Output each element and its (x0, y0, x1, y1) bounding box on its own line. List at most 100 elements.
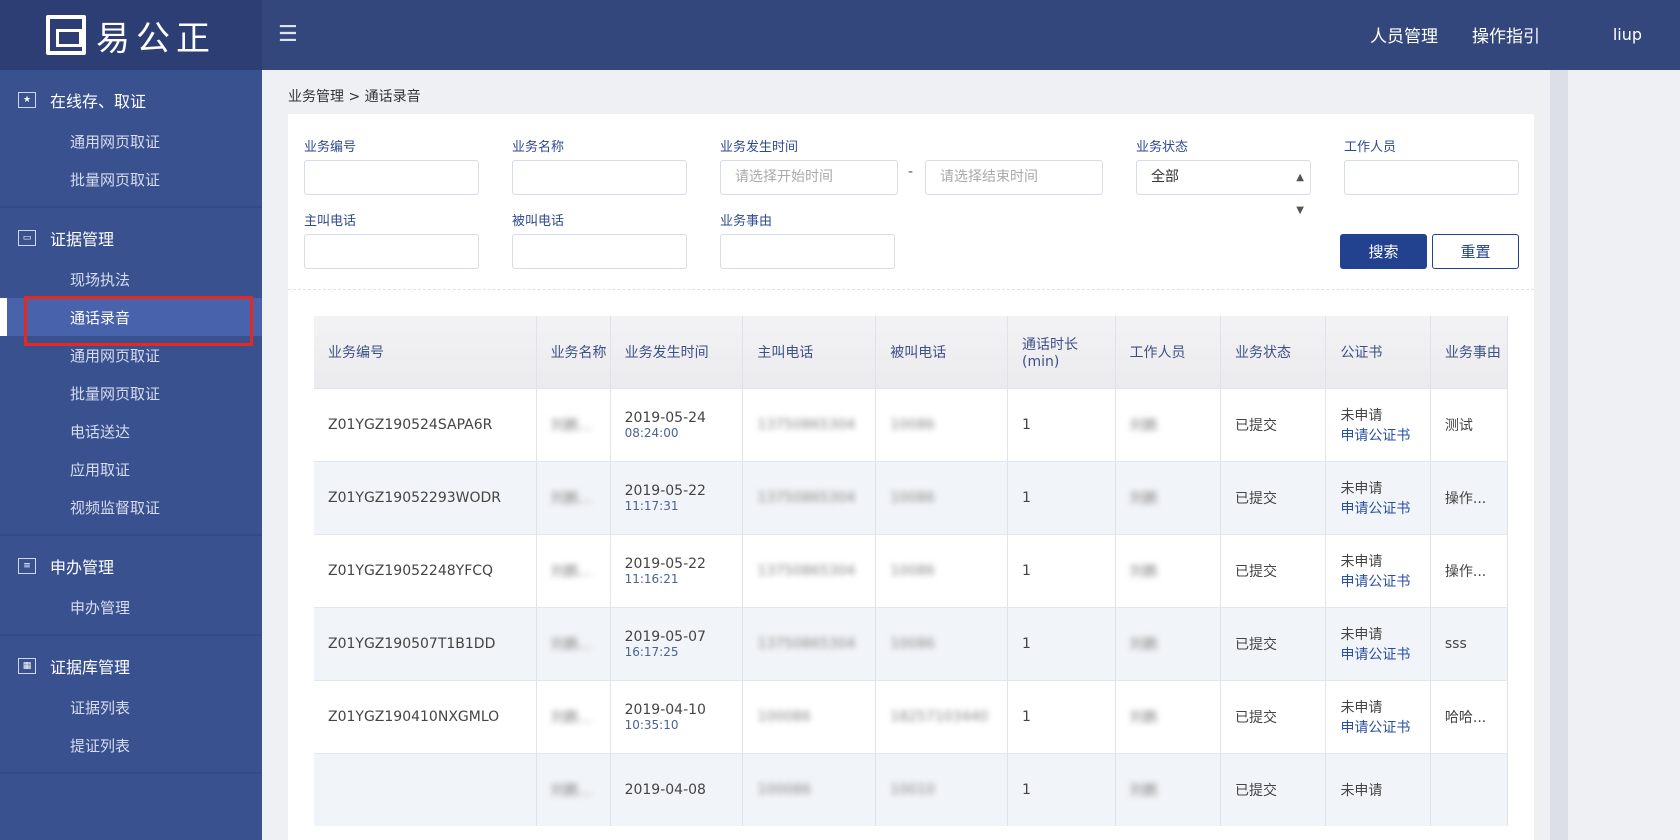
biz-no: Z01YGZ190507T1B1DD (328, 635, 496, 652)
sidebar-group-title: 证据库管理 (50, 658, 131, 677)
biz-date: 2019-04-08 (624, 781, 706, 798)
biz-no-input[interactable] (304, 160, 479, 195)
table-row[interactable]: Z01YGZ19052293WODR 刘鹏... 2019-05-22 11:17… (314, 460, 1509, 534)
staff-input[interactable] (1344, 160, 1519, 195)
select-arrows-icon: ▲ ▼ (1296, 172, 1304, 216)
table-row[interactable]: Z01YGZ190507T1B1DD 刘鹏... 2019-05-07 16:17… (314, 606, 1509, 680)
call-duration: 1 (1022, 781, 1031, 798)
sidebar-item[interactable]: 批量网页取证 (0, 374, 262, 412)
apply-cert-link[interactable]: 申请公证书 (1340, 571, 1429, 591)
nav-operation-guide[interactable]: 操作指引 (1472, 22, 1540, 47)
cell-staff: 刘鹏 (1115, 679, 1221, 753)
scrollbar[interactable] (1550, 70, 1568, 840)
cell-duration: 1 (1007, 460, 1116, 534)
cell-cert: 未申请 申请公证书 (1325, 606, 1431, 680)
column-header: 业务事由 (1430, 316, 1509, 388)
cell-callee: 10086 (875, 606, 1009, 680)
apply-cert-link[interactable]: 申请公证书 (1340, 644, 1429, 664)
reset-button[interactable]: 重置 (1432, 234, 1519, 269)
cell-cert: 未申请 申请公证书 (1325, 387, 1431, 461)
cell-duration: 1 (1007, 387, 1116, 461)
sidebar-group-header[interactable]: ≡ 申办管理 (0, 544, 262, 588)
biz-reason: sss (1444, 635, 1467, 652)
sidebar-item[interactable]: 现场执法 (0, 260, 262, 298)
sidebar-group-header[interactable]: ★ 在线存、取证 (0, 78, 262, 122)
cell-caller: 13750865304 (742, 606, 877, 680)
cell-name: 刘鹏... (536, 606, 611, 680)
user-menu[interactable]: liup (1613, 25, 1642, 44)
biz-name: 刘鹏... (550, 417, 592, 434)
caller-phone: 100086 (757, 781, 811, 798)
biz-date: 2019-05-07 (624, 628, 706, 645)
table-row[interactable]: Z01YGZ190524SAPA6R 刘鹏... 2019-05-24 08:24… (314, 387, 1509, 461)
sidebar-item[interactable]: 视频监督取证 (0, 488, 262, 526)
sidebar-item[interactable]: 批量网页取证 (0, 160, 262, 198)
callee-phone: 10086 (890, 416, 935, 433)
status-select[interactable]: 全部 ▲ ▼ (1136, 160, 1311, 216)
biz-no: Z01YGZ190524SAPA6R (328, 416, 493, 433)
label-reason: 业务事由 (720, 214, 773, 229)
caller-phone: 13750865304 (757, 562, 856, 579)
staff-name: 刘鹏 (1129, 563, 1158, 580)
callee-phone: 10086 (890, 489, 935, 506)
sidebar-item[interactable]: 通用网页取证 (0, 336, 262, 374)
sidebar-item[interactable]: 通用网页取证 (0, 122, 262, 160)
reason-input[interactable] (720, 234, 895, 269)
cell-caller: 100086 (742, 679, 877, 753)
cell-staff: 刘鹏 (1115, 387, 1221, 461)
biz-name-input[interactable] (512, 160, 687, 195)
logo[interactable]: 易公正 (0, 0, 262, 70)
table-row[interactable]: Z01YGZ190410NXGMLO 刘鹏... 2019-04-10 10:35… (314, 679, 1509, 753)
sidebar-group-header[interactable]: ▦ 证据库管理 (0, 644, 262, 688)
top-bar: ☰ 人员管理 操作指引 liup (262, 0, 1680, 70)
call-duration: 1 (1022, 489, 1031, 506)
sidebar-item[interactable]: 应用取证 (0, 450, 262, 488)
biz-status: 已提交 (1234, 417, 1277, 434)
call-duration: 1 (1022, 635, 1031, 652)
sidebar-item[interactable]: 电话送达 (0, 412, 262, 450)
cell-time: 2019-05-22 11:16:21 (610, 533, 744, 607)
label-caller: 主叫电话 (304, 214, 357, 229)
table-row[interactable]: Z01YGZ19052248YFCQ 刘鹏... 2019-05-22 11:16… (314, 533, 1509, 607)
sidebar-group-header[interactable]: ▭ 证据管理 (0, 216, 262, 260)
cell-name: 刘鹏... (536, 460, 611, 534)
cell-reason: 哈哈... (1430, 679, 1509, 753)
end-time-input[interactable]: 请选择结束时间 (925, 160, 1103, 195)
cell-staff: 刘鹏 (1115, 752, 1221, 826)
cell-reason: 测试 (1430, 387, 1509, 461)
apply-cert-link[interactable]: 申请公证书 (1340, 717, 1429, 737)
cell-status: 已提交 (1220, 752, 1327, 826)
cell-caller: 13750865304 (742, 387, 877, 461)
staff-name: 刘鹏 (1129, 636, 1158, 653)
call-duration: 1 (1022, 708, 1031, 725)
label-biz-time: 业务发生时间 (720, 140, 799, 155)
table-row[interactable]: 刘鹏... 2019-04-08 100086 10010 1 刘鹏 已提交 未… (314, 752, 1509, 826)
callee-input[interactable] (512, 234, 687, 269)
biz-reason: 哈哈... (1444, 709, 1487, 726)
column-header: 被叫电话 (875, 316, 1009, 388)
sidebar-group-title: 申办管理 (50, 558, 115, 577)
callee-phone: 10010 (890, 781, 935, 798)
biz-reason: 操作... (1444, 563, 1487, 580)
column-header: 业务编号 (314, 316, 537, 388)
start-time-input[interactable]: 请选择开始时间 (720, 160, 898, 195)
hamburger-menu-icon[interactable]: ☰ (278, 22, 298, 47)
search-button[interactable]: 搜索 (1340, 234, 1427, 269)
sidebar-item[interactable]: 申办管理 (0, 588, 262, 626)
nav-staff-management[interactable]: 人员管理 (1370, 22, 1438, 47)
callee-phone: 10086 (890, 562, 935, 579)
cell-status: 已提交 (1220, 533, 1327, 607)
apply-cert-link[interactable]: 申请公证书 (1340, 498, 1429, 518)
biz-time: 10:35:10 (624, 717, 679, 732)
sidebar-item[interactable]: 证据列表 (0, 688, 262, 726)
apply-cert-link[interactable]: 申请公证书 (1340, 425, 1429, 445)
cell-callee: 10010 (875, 752, 1009, 826)
label-status: 业务状态 (1136, 140, 1189, 155)
sidebar-item[interactable]: 通话录音 (0, 296, 262, 346)
cell-status: 已提交 (1220, 387, 1327, 461)
sidebar-group-title: 在线存、取证 (50, 92, 147, 111)
cell-caller: 13750865304 (742, 533, 877, 607)
biz-date: 2019-05-22 (624, 555, 706, 572)
sidebar-item[interactable]: 提证列表 (0, 726, 262, 764)
caller-input[interactable] (304, 234, 479, 269)
